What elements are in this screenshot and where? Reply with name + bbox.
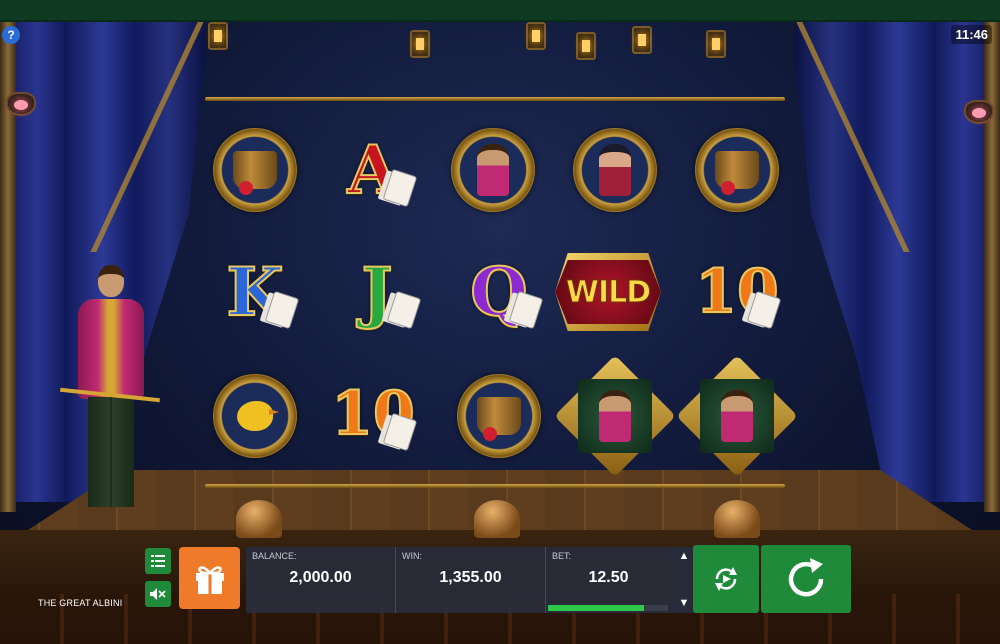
reel-cell-r1-c5 [691, 124, 783, 216]
win-label: WIN: [402, 551, 422, 561]
lantern-icon [576, 32, 596, 60]
menu-button[interactable] [145, 548, 171, 574]
lantern-icon [706, 30, 726, 58]
reel-cell-r2-c5: 10 [691, 246, 783, 338]
bet-decrease-button[interactable]: ▼ [679, 598, 690, 609]
help-button[interactable]: ? [2, 26, 20, 44]
bet-label: BET: [552, 551, 572, 561]
win-field: WIN: 1,355.00 [396, 547, 546, 613]
reel-top-rod [205, 97, 785, 101]
gift-button[interactable] [179, 547, 240, 609]
reel-cell-r2-c4: WILD [555, 246, 661, 338]
footlight-dome [714, 500, 760, 538]
autoplay-icon [715, 567, 737, 591]
right-pillar [984, 22, 1000, 512]
reel-cell-r2-c2: J [331, 246, 423, 338]
bet-level-fill [548, 605, 644, 611]
bet-value: 12.50 [588, 569, 629, 586]
win-value: 1,355.00 [439, 569, 502, 586]
game-title: THE GREAT ALBINI [38, 598, 123, 608]
magician-coat [78, 299, 144, 399]
bet-increase-button[interactable]: ▲ [679, 551, 690, 562]
bet-level-bar [548, 605, 668, 611]
reel-cell-r3-c5 [676, 355, 798, 477]
magician-diamond-icon [676, 355, 798, 477]
wild-badge: WILD [555, 253, 661, 331]
info-panel: BALANCE: 2,000.00 WIN: 1,355.00 BET: 12.… [246, 547, 686, 613]
list-icon [151, 555, 165, 567]
right-spotlight-icon [964, 100, 994, 124]
left-spotlight-icon [6, 92, 36, 116]
top-hat-icon [457, 374, 541, 458]
reel-cell-r1-c1 [209, 124, 301, 216]
reel-bottom-rod [205, 484, 785, 488]
balance-label: BALANCE: [252, 551, 297, 561]
bet-stepper: ▲ ▼ [673, 547, 695, 613]
lantern-icon [410, 30, 430, 58]
reel-cell-r2-c3: Q [453, 246, 545, 338]
footlight-dome [474, 500, 520, 538]
reel-cell-r3-c1 [209, 370, 301, 462]
bet-field: BET: 12.50 [546, 547, 671, 613]
autoplay-button[interactable] [693, 545, 759, 613]
balance-value: 2,000.00 [289, 569, 352, 586]
reel-cell-r1-c4 [569, 124, 661, 216]
lantern-icon [208, 22, 228, 50]
reel-cell-r1-c2: A [327, 124, 419, 216]
magician-portrait-icon [451, 128, 535, 212]
top-hat-icon [695, 128, 779, 212]
top-bar [0, 0, 1000, 22]
reel-cell-r2-c1: K [209, 246, 301, 338]
bottom-hud: BALANCE: 2,000.00 WIN: 1,355.00 BET: 12.… [142, 545, 852, 613]
footlight-dome [236, 500, 282, 538]
clock: 11:46 [951, 25, 992, 44]
balance-field: BALANCE: 2,000.00 [246, 547, 396, 613]
gift-icon [195, 566, 224, 594]
canary-icon [213, 374, 297, 458]
lantern-icon [632, 26, 652, 54]
magician-head [98, 265, 124, 297]
reel-grid: A K J Q WILD 10 10 [207, 112, 798, 477]
wild-label: WILD [565, 274, 651, 310]
game-stage: A K J Q WILD 10 10 ? 11:46 THE GREAT ALB… [0, 0, 1000, 644]
reel-cell-r3-c2: 10 [327, 368, 419, 460]
magician-diamond-icon [554, 355, 676, 477]
assistant-portrait-icon [573, 128, 657, 212]
sound-muted-icon [150, 588, 166, 600]
spin-button[interactable] [761, 545, 851, 613]
spin-icon [788, 558, 824, 597]
magician-character [60, 265, 160, 510]
magician-legs [88, 397, 134, 507]
reel-cell-r3-c3 [453, 370, 545, 462]
sound-toggle-button[interactable] [145, 581, 171, 607]
lantern-icon [526, 22, 546, 50]
top-hat-icon [213, 128, 297, 212]
reel-cell-r1-c3 [447, 124, 539, 216]
reel-cell-r3-c4 [554, 355, 676, 477]
